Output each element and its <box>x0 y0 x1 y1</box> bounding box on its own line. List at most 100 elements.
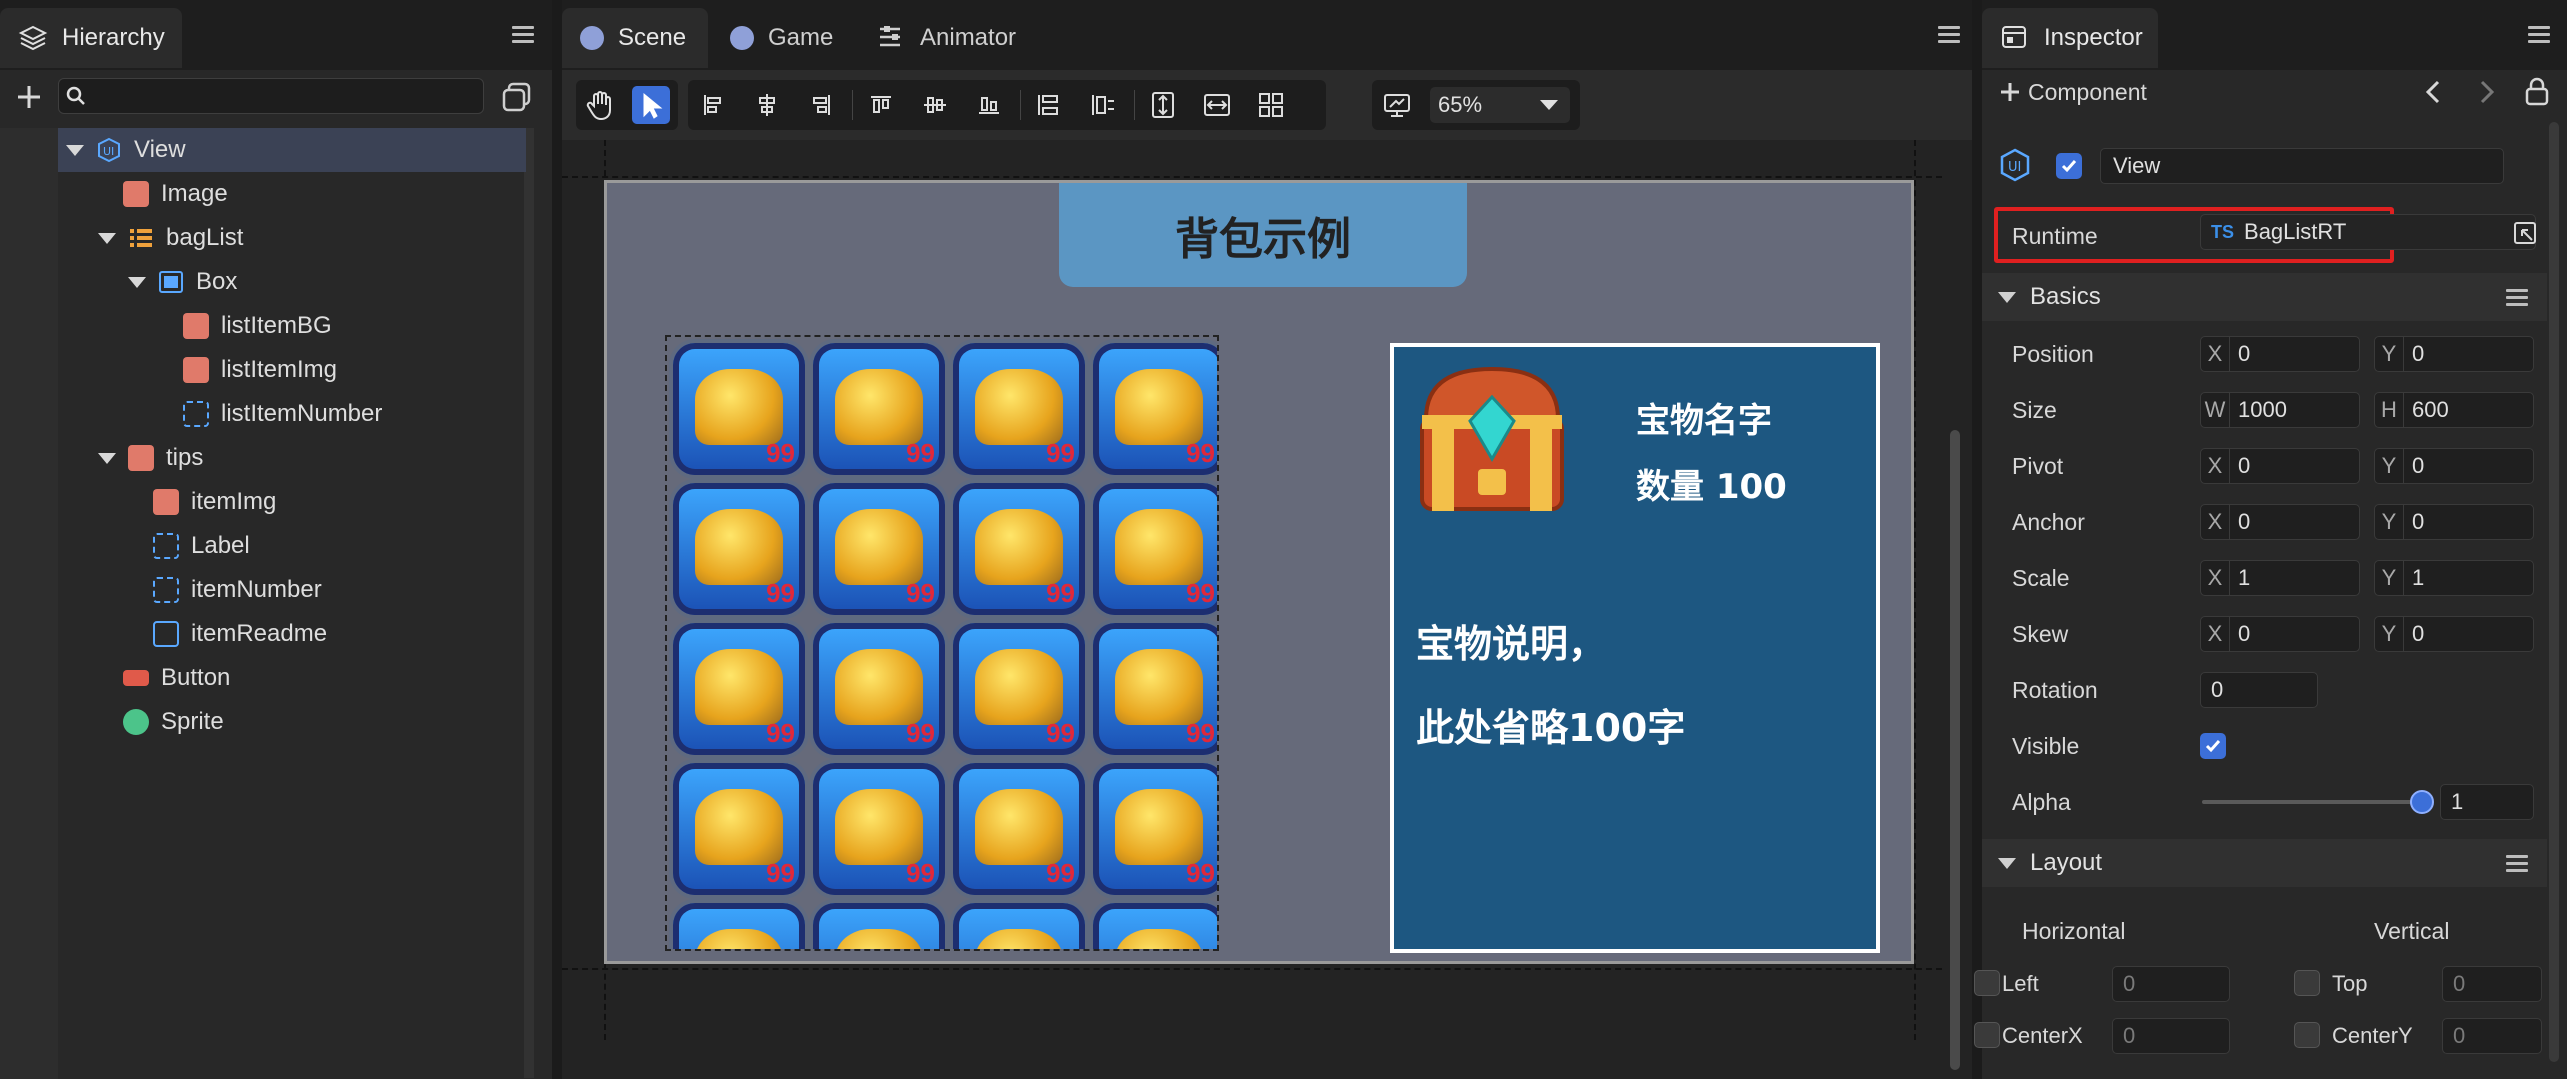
align-bottom-icon[interactable] <box>970 86 1008 124</box>
pick-script-icon[interactable] <box>2512 220 2538 246</box>
hand-tool-icon[interactable] <box>582 86 620 124</box>
bag-list-item[interactable]: 99 <box>813 623 945 755</box>
inspector-scrollbar[interactable] <box>2549 122 2559 1062</box>
tree-node-image[interactable]: Image <box>58 172 591 216</box>
pivot-y-field[interactable]: Y0 <box>2374 448 2534 484</box>
tree-node-view[interactable]: UI View <box>58 128 526 172</box>
align-left-icon[interactable] <box>694 86 732 124</box>
tree-node-baglist[interactable]: bagList <box>58 216 566 260</box>
bag-list-item[interactable]: 99 <box>1093 343 1217 475</box>
bag-list-item[interactable]: 99 <box>953 903 1085 949</box>
distribute-horizontal-icon[interactable] <box>1084 86 1122 124</box>
bag-list-item[interactable]: 99 <box>953 343 1085 475</box>
bag-list-item[interactable]: 99 <box>813 483 945 615</box>
bag-list-item[interactable]: 99 <box>673 483 805 615</box>
skew-x-field[interactable]: X0 <box>2200 616 2360 652</box>
position-x-field[interactable]: X0 <box>2200 336 2360 372</box>
size-h-field[interactable]: H 600 <box>2374 392 2534 428</box>
layout-menu-icon[interactable] <box>2506 851 2528 873</box>
bag-list-item[interactable]: 99 <box>673 763 805 895</box>
alpha-field[interactable]: 1 <box>2440 784 2534 820</box>
size-w-field[interactable]: W 1000 <box>2200 392 2360 428</box>
bag-list-item[interactable]: 99 <box>673 623 805 755</box>
bag-list[interactable]: 9999999999999999999999999999999999999999 <box>665 335 1219 951</box>
node-name-field[interactable]: View <box>2100 148 2504 184</box>
bag-list-item[interactable]: 99 <box>953 763 1085 895</box>
expand-arrow-icon[interactable] <box>66 144 84 156</box>
top-checkbox[interactable] <box>2294 970 2320 996</box>
visible-checkbox[interactable] <box>2200 733 2226 759</box>
fit-height-icon[interactable] <box>1144 86 1182 124</box>
tree-node-button[interactable]: Button <box>58 656 591 700</box>
bag-list-item[interactable]: 99 <box>1093 903 1217 949</box>
tree-node-box[interactable]: Box <box>58 260 596 304</box>
layout-section-header[interactable]: Layout <box>1982 839 2547 887</box>
anchor-y-field[interactable]: Y0 <box>2374 504 2534 540</box>
bag-list-item[interactable]: 99 <box>953 483 1085 615</box>
tree-node-itemnumber[interactable]: itemNumber <box>58 568 621 612</box>
zoom-select[interactable]: 65% <box>1430 87 1570 123</box>
centery-checkbox[interactable] <box>2294 1022 2320 1048</box>
add-component-button[interactable]: Component <box>1998 74 2147 110</box>
bag-list-item[interactable]: 99 <box>813 903 945 949</box>
stage-view[interactable]: 背包示例 99999999999999999999999999999999999… <box>604 180 1914 964</box>
tab-scene[interactable]: Scene <box>562 8 708 68</box>
position-y-field[interactable]: Y0 <box>2374 336 2534 372</box>
bag-list-item[interactable]: 99 <box>673 343 805 475</box>
scene-viewport[interactable]: 背包示例 99999999999999999999999999999999999… <box>562 140 1972 1079</box>
expand-arrow-icon[interactable] <box>128 276 146 288</box>
pivot-x-field[interactable]: X0 <box>2200 448 2360 484</box>
anchor-x-field[interactable]: X0 <box>2200 504 2360 540</box>
scale-y-field[interactable]: Y1 <box>2374 560 2534 596</box>
tab-game[interactable]: Game <box>712 8 852 68</box>
tab-hierarchy[interactable]: Hierarchy <box>0 8 182 68</box>
skew-y-field[interactable]: Y0 <box>2374 616 2534 652</box>
rotation-field[interactable]: 0 <box>2200 672 2318 708</box>
align-center-v-icon[interactable] <box>916 86 954 124</box>
bag-list-item[interactable]: 99 <box>1093 623 1217 755</box>
tab-animator[interactable]: Animator <box>858 8 1028 68</box>
align-top-icon[interactable] <box>862 86 900 124</box>
align-center-h-icon[interactable] <box>748 86 786 124</box>
add-node-button[interactable] <box>14 82 44 112</box>
tree-node-itemimg[interactable]: itemImg <box>58 480 621 524</box>
copy-node-button[interactable] <box>500 80 534 114</box>
alpha-slider-handle[interactable] <box>2410 790 2434 814</box>
runtime-field[interactable]: TS BagListRT <box>2200 214 2536 250</box>
bag-list-item[interactable]: 99 <box>953 623 1085 755</box>
scene-menu-icon[interactable] <box>1938 22 1960 44</box>
bag-list-item[interactable]: 99 <box>813 343 945 475</box>
basics-section-header[interactable]: Basics <box>1982 273 2547 321</box>
tree-node-label[interactable]: Label <box>58 524 621 568</box>
alpha-slider[interactable] <box>2202 790 2434 814</box>
basics-menu-icon[interactable] <box>2506 285 2528 307</box>
inspector-menu-icon[interactable] <box>2528 22 2550 44</box>
left-checkbox[interactable] <box>1974 970 2000 996</box>
grid-layout-icon[interactable] <box>1252 86 1290 124</box>
scale-x-field[interactable]: X1 <box>2200 560 2360 596</box>
distribute-vertical-icon[interactable] <box>1030 86 1068 124</box>
lock-icon[interactable] <box>2524 76 2550 106</box>
tips-panel[interactable]: 宝物名字 数量 100 宝物说明， 此处省略100字 <box>1390 343 1880 953</box>
left-field[interactable]: 0 <box>2112 966 2230 1002</box>
expand-arrow-icon[interactable] <box>98 232 116 244</box>
bag-list-item[interactable]: 99 <box>813 763 945 895</box>
node-active-checkbox[interactable] <box>2056 153 2082 179</box>
fit-width-icon[interactable] <box>1198 86 1236 124</box>
centery-field[interactable]: 0 <box>2442 1018 2542 1054</box>
screen-settings-icon[interactable] <box>1378 86 1416 124</box>
tree-node-tips[interactable]: tips <box>58 436 566 480</box>
expand-arrow-icon[interactable] <box>98 452 116 464</box>
tree-node-sprite[interactable]: Sprite <box>58 700 591 744</box>
hierarchy-menu-icon[interactable] <box>512 22 534 44</box>
bag-list-item[interactable]: 99 <box>673 903 805 949</box>
tree-node-itemreadme[interactable]: itemReadme <box>58 612 621 656</box>
select-tool-icon[interactable] <box>632 86 670 124</box>
bag-list-item[interactable]: 99 <box>1093 763 1217 895</box>
history-forward-icon[interactable] <box>2474 78 2498 106</box>
bag-list-item[interactable]: 99 <box>1093 483 1217 615</box>
scene-scrollbar[interactable] <box>1950 430 1960 1070</box>
centerx-field[interactable]: 0 <box>2112 1018 2230 1054</box>
align-right-icon[interactable] <box>802 86 840 124</box>
history-back-icon[interactable] <box>2422 78 2446 106</box>
